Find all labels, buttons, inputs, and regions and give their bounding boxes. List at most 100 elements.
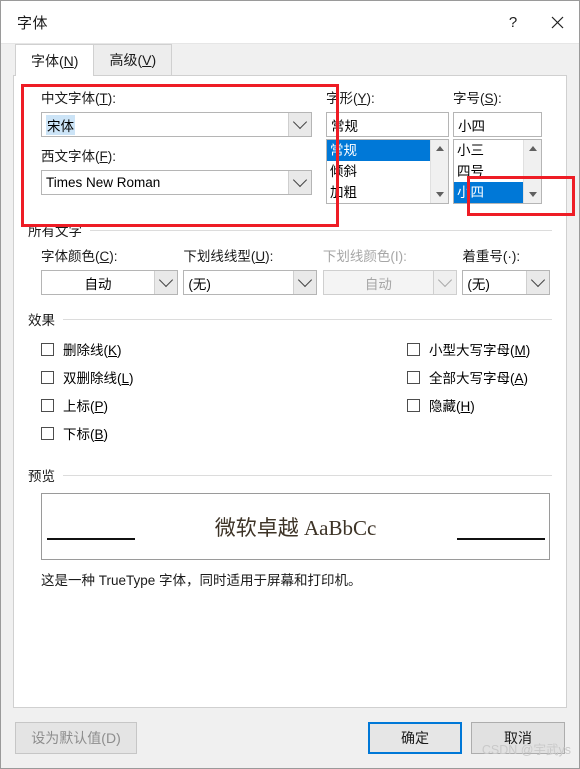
font-style-scrollbar[interactable] xyxy=(430,140,448,203)
checkbox-icon[interactable] xyxy=(407,398,420,412)
chevron-down-icon xyxy=(437,272,452,287)
list-item[interactable]: 常规 xyxy=(327,140,430,161)
font-style-label: 字形(Y): xyxy=(326,90,453,108)
group-divider xyxy=(63,318,552,320)
underline-color-value-wrap: 自动 xyxy=(324,271,433,294)
list-item[interactable]: 四号 xyxy=(454,161,523,182)
emphasis-mark-dropdown-button[interactable] xyxy=(526,271,550,294)
checkbox-hidden[interactable]: 隐藏(H) xyxy=(407,391,552,419)
scroll-up-button[interactable] xyxy=(431,140,448,157)
underline-style-combo[interactable]: (无) xyxy=(183,270,318,295)
label-accel: M xyxy=(514,343,526,358)
font-size-label-text: 字号( xyxy=(453,91,485,106)
underline-color-label-tail: ): xyxy=(398,249,407,264)
font-color-combo[interactable]: 自动 xyxy=(41,270,178,295)
latin-font-combo[interactable]: Times New Roman xyxy=(41,170,312,195)
dialog-footer: 设为默认值(D) 确定 取消 xyxy=(1,708,579,768)
latin-font-label: 西文字体(F): xyxy=(41,148,326,166)
font-color-dropdown-button[interactable] xyxy=(154,271,177,294)
checkbox-icon[interactable] xyxy=(41,370,54,384)
chinese-font-label: 中文字体(T): xyxy=(41,90,326,108)
list-item[interactable]: 加粗 xyxy=(327,182,430,203)
checkbox-superscript[interactable]: 上标(P) xyxy=(41,391,407,419)
font-color-label: 字体颜色(C): xyxy=(41,248,183,266)
font-style-label-text: 字形( xyxy=(326,91,358,106)
checkbox-icon[interactable] xyxy=(41,426,54,440)
checkbox-subscript[interactable]: 下标(B) xyxy=(41,419,407,447)
chevron-down-icon xyxy=(528,192,537,197)
label-text: 设为默认值( xyxy=(31,730,106,746)
checkbox-small-caps[interactable]: 小型大写字母(M) xyxy=(407,335,552,363)
font-tab-panel: 中文字体(T): 宋体 西文字体(F): Times New Roman 字形(… xyxy=(13,75,575,708)
checkbox-subscript-label: 下标(B) xyxy=(63,423,108,443)
chevron-down-icon xyxy=(292,172,308,187)
font-size-input[interactable]: 小四 xyxy=(453,112,542,137)
chinese-font-value: 宋体 xyxy=(46,114,75,135)
chevron-down-icon xyxy=(158,272,174,287)
underline-color-dropdown-button xyxy=(432,271,456,294)
checkbox-double-strikethrough[interactable]: 双删除线(L) xyxy=(41,363,407,391)
checkbox-strikethrough-label: 删除线(K) xyxy=(63,339,122,359)
scroll-up-button[interactable] xyxy=(524,140,541,157)
label-text: 双删除线( xyxy=(63,371,122,386)
label-tail: ) xyxy=(117,343,122,358)
scroll-down-button[interactable] xyxy=(524,186,541,203)
latin-font-dropdown-button[interactable] xyxy=(288,171,311,194)
checkbox-icon[interactable] xyxy=(41,398,54,412)
font-size-label-tail: ): xyxy=(493,91,502,106)
tab-font-accel: N xyxy=(63,52,74,69)
checkbox-icon[interactable] xyxy=(41,342,54,356)
tab-font[interactable]: 字体(N) xyxy=(15,44,95,76)
tab-advanced[interactable]: 高级(V) xyxy=(93,44,173,75)
underline-style-label: 下划线线型(U): xyxy=(183,248,323,266)
checkbox-all-caps[interactable]: 全部大写字母(A) xyxy=(407,363,552,391)
label-text: 下标( xyxy=(63,427,95,442)
font-style-input[interactable]: 常规 xyxy=(326,112,449,137)
preview-note: 这是一种 TrueType 字体，同时适用于屏幕和打印机。 xyxy=(41,573,362,588)
latin-font-value: Times New Roman xyxy=(46,175,161,190)
font-style-listbox[interactable]: 常规 倾斜 加粗 xyxy=(326,139,449,204)
close-button[interactable] xyxy=(535,1,579,43)
cancel-button[interactable]: 取消 xyxy=(471,722,565,754)
question-mark-icon: ? xyxy=(508,13,518,31)
group-divider xyxy=(90,229,552,231)
list-item[interactable]: 小三 xyxy=(454,140,523,161)
font-style-label-tail: ): xyxy=(366,91,375,106)
chinese-font-label-tail: ): xyxy=(107,91,116,106)
preview-area: 微软卓越 AaBbCc 这是一种 TrueType 字体，同时适用于屏幕和打印机… xyxy=(28,493,552,589)
font-size-listbox[interactable]: 小三 四号 小四 xyxy=(453,139,542,204)
checkbox-icon[interactable] xyxy=(407,370,420,384)
underline-style-label-text: 下划线线型( xyxy=(183,249,256,264)
chinese-font-dropdown-button[interactable] xyxy=(288,113,311,136)
tab-font-label-tail: ) xyxy=(73,52,79,69)
font-style-column: 字形(Y): 常规 常规 倾斜 加粗 xyxy=(326,90,453,204)
scroll-down-button[interactable] xyxy=(431,186,448,203)
ok-button[interactable]: 确定 xyxy=(368,722,462,754)
list-item[interactable]: 倾斜 xyxy=(327,161,430,182)
font-color-field: 字体颜色(C): 自动 xyxy=(41,248,183,295)
emphasis-mark-combo[interactable]: (无) xyxy=(462,270,551,295)
font-color-label-text: 字体颜色( xyxy=(41,249,100,264)
label-accel: P xyxy=(94,399,104,414)
list-item[interactable]: 小四 xyxy=(454,182,523,203)
font-color-value-wrap: 自动 xyxy=(42,271,154,294)
checkbox-icon[interactable] xyxy=(407,342,420,356)
checkbox-strikethrough[interactable]: 删除线(K) xyxy=(41,335,407,363)
label-accel: K xyxy=(108,343,118,358)
all-text-controls-row: 字体颜色(C): 自动 下划线线型(U): (无) 下划线颜色(I): 自动 着… xyxy=(28,248,552,295)
label-tail: ) xyxy=(525,343,531,358)
effects-columns: 删除线(K) 双删除线(L) 上标(P) 下标(B) 小型大写字母(M) 全部大… xyxy=(28,335,552,447)
help-button[interactable]: ? xyxy=(491,1,535,43)
underline-style-field: 下划线线型(U): (无) xyxy=(183,248,323,295)
chevron-down-icon xyxy=(435,192,444,197)
font-color-value: 自动 xyxy=(84,276,112,292)
set-as-default-button[interactable]: 设为默认值(D) xyxy=(15,722,137,754)
chinese-font-combo[interactable]: 宋体 xyxy=(41,112,312,137)
underline-style-dropdown-button[interactable] xyxy=(293,271,317,294)
emphasis-mark-field: 着重号(·): (无) xyxy=(462,248,552,295)
underline-style-label-tail: ): xyxy=(265,249,274,264)
font-color-label-accel: C xyxy=(99,249,110,264)
tab-strip: 字体(N) 高级(V) xyxy=(1,44,579,76)
font-size-input-value: 小四 xyxy=(458,118,485,134)
font-size-scrollbar[interactable] xyxy=(523,140,541,203)
